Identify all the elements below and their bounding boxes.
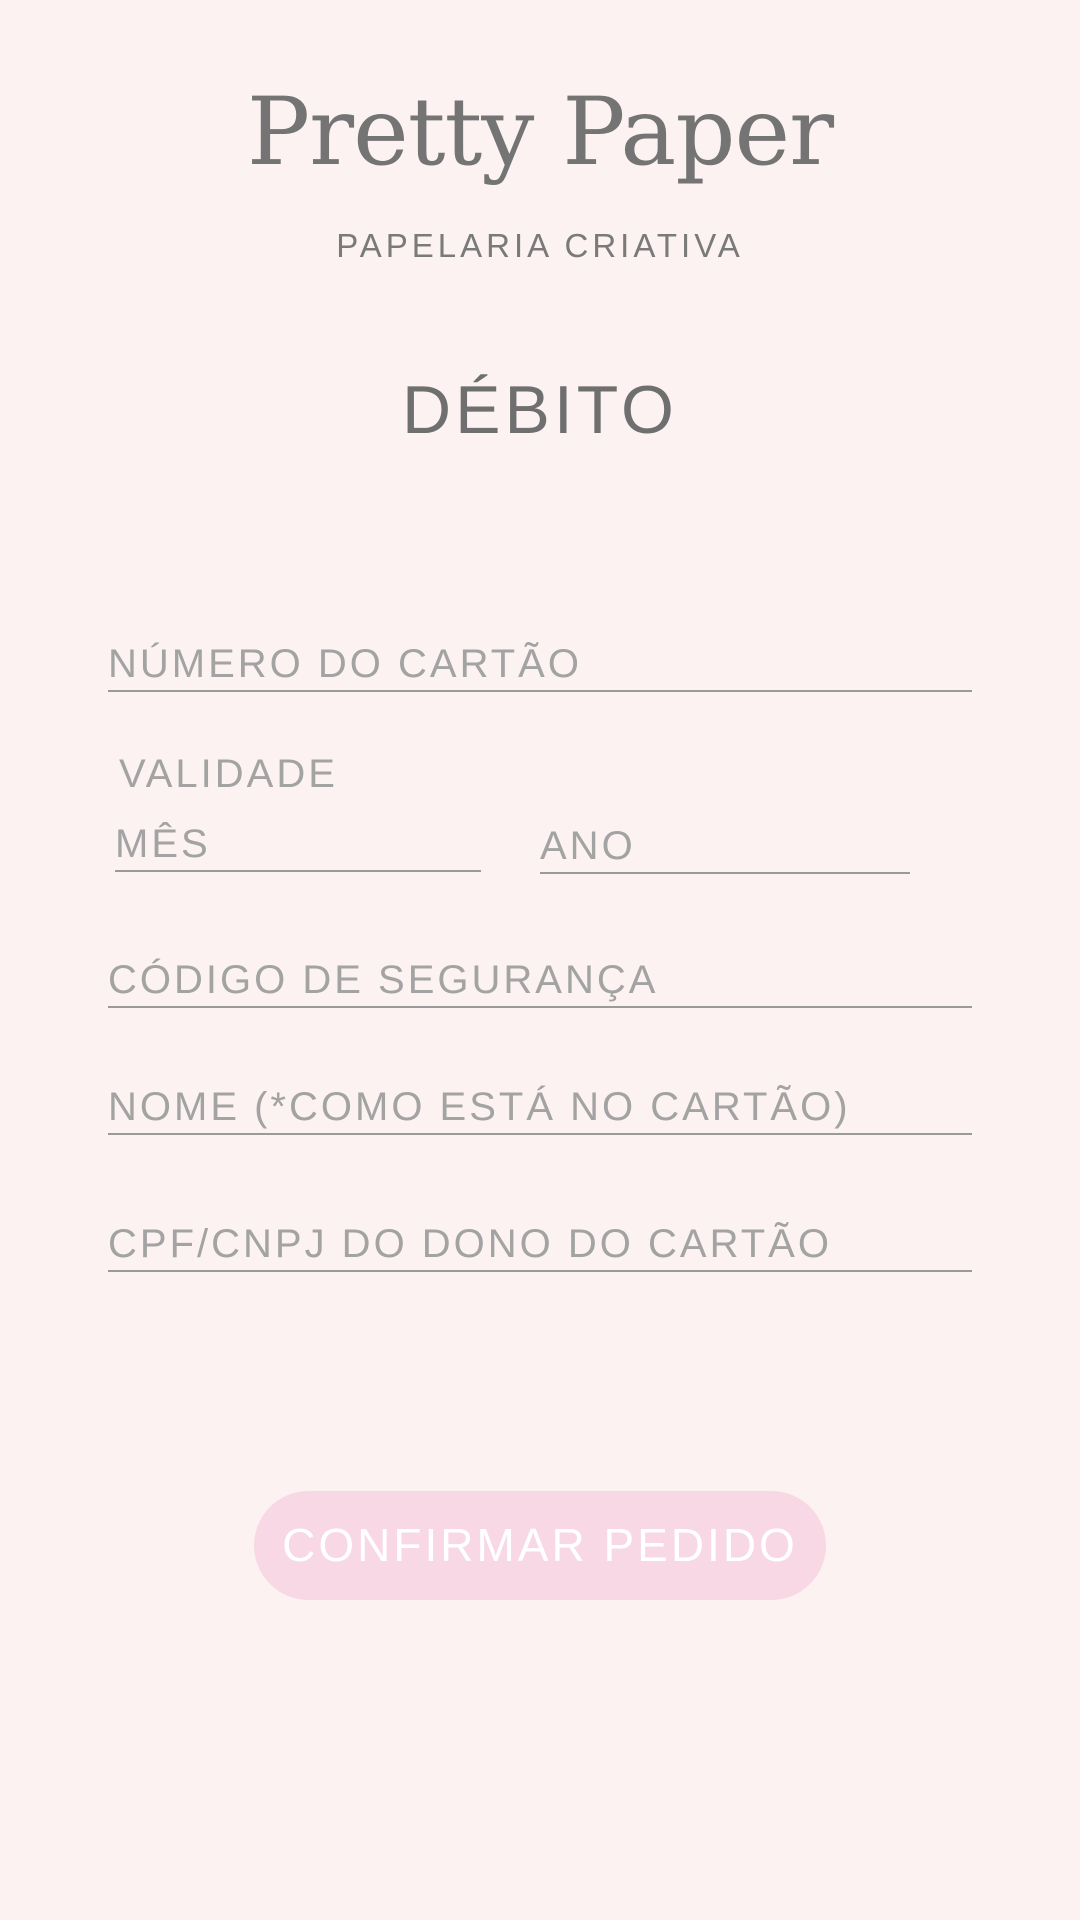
cardholder-name-field[interactable]: NOME (*COMO ESTÁ NO CARTÃO) [108, 1075, 972, 1135]
brand-logo: Pretty Paper [246, 78, 834, 187]
month-placeholder: MÊS [115, 822, 211, 866]
page-title: DÉBITO [402, 372, 678, 448]
cardholder-document-field[interactable]: CPF/CNPJ DO DONO DO CARTÃO [108, 1212, 972, 1272]
card-number-placeholder: NÚMERO DO CARTÃO [108, 642, 582, 686]
month-field[interactable]: MÊS [115, 810, 481, 872]
card-number-field[interactable]: NÚMERO DO CARTÃO [108, 630, 972, 692]
validity-label: VALIDADE [119, 752, 338, 796]
security-code-placeholder: CÓDIGO DE SEGURANÇA [108, 958, 659, 1002]
cardholder-name-placeholder: NOME (*COMO ESTÁ NO CARTÃO) [108, 1085, 851, 1129]
brand-tagline: PAPELARIA CRIATIVA [336, 227, 744, 264]
security-code-field[interactable]: CÓDIGO DE SEGURANÇA [108, 948, 972, 1008]
year-placeholder: ANO [540, 824, 636, 868]
cardholder-document-placeholder: CPF/CNPJ DO DONO DO CARTÃO [108, 1222, 832, 1266]
confirm-order-button[interactable]: CONFIRMAR PEDIDO [254, 1491, 826, 1600]
year-field[interactable]: ANO [540, 810, 910, 874]
